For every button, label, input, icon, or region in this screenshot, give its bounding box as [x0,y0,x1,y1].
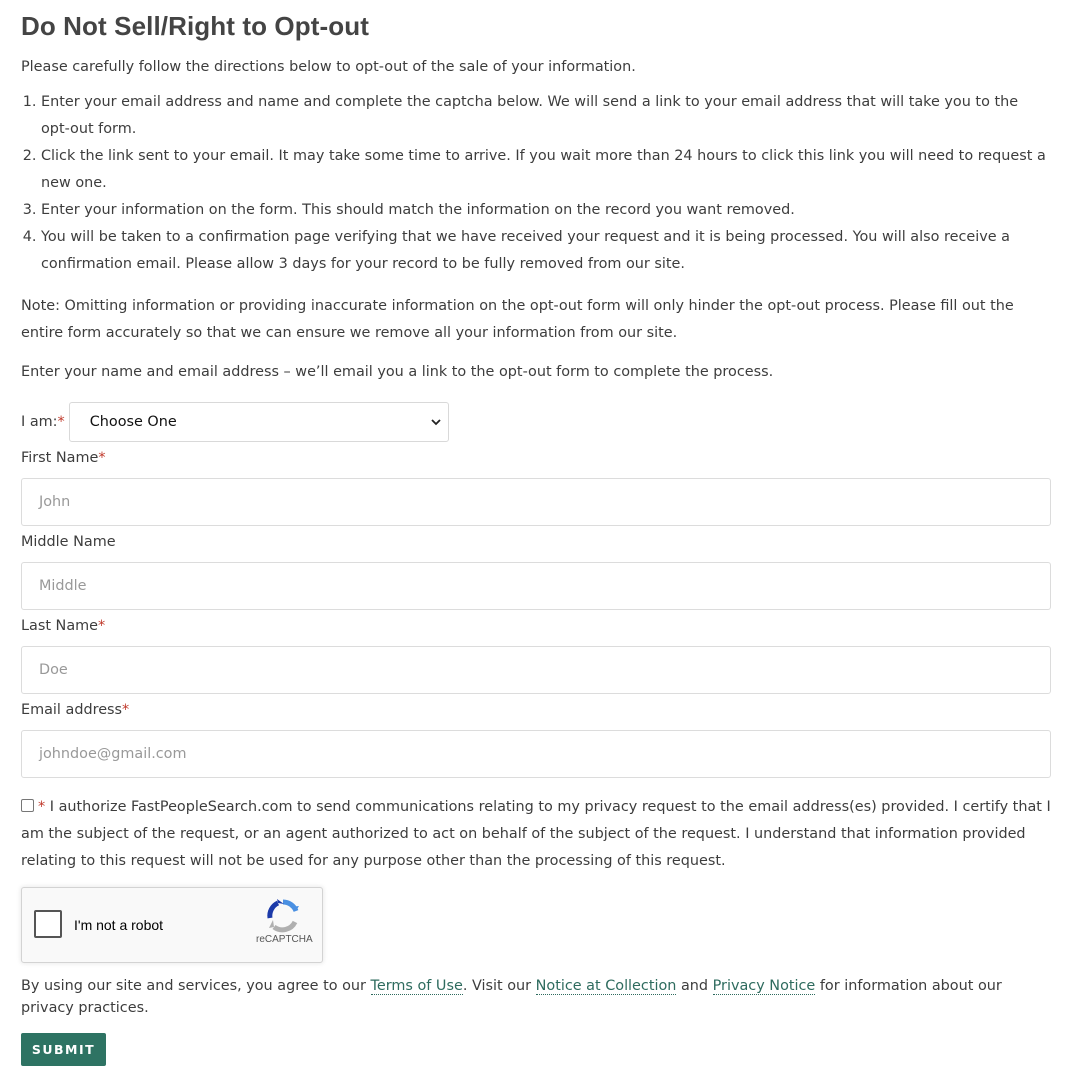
email-label: Email address* [21,702,130,718]
intro-text: Please carefully follow the directions b… [21,59,636,75]
recaptcha-brand: reCAPTCHA [256,934,313,945]
first-name-placeholder: John [39,494,71,510]
page-title: Do Not Sell/Right to Opt-out [21,11,369,41]
required-marker: * [57,414,65,430]
recaptcha-checkbox[interactable] [34,910,62,938]
opt-out-page: Do Not Sell/Right to Opt-out Please care… [21,0,1051,1066]
last-name-label: Last Name* [21,618,106,634]
steps-list: Enter your email address and name and co… [21,89,1051,278]
step-item: Enter your email address and name and co… [41,89,1051,143]
chevron-down-icon [431,419,441,426]
required-marker: * [38,799,46,815]
recaptcha-logo-icon [267,899,299,933]
required-marker: * [98,618,106,634]
required-marker: * [98,450,106,466]
privacy-notice-link[interactable]: Privacy Notice [712,978,816,995]
consent-text: I authorize FastPeopleSearch.com to send… [21,799,1051,869]
consent-block: * I authorize FastPeopleSearch.com to se… [21,794,1051,875]
notice-at-collection-link[interactable]: Notice at Collection [535,978,677,995]
recaptcha-label: I'm not a robot [74,917,164,933]
middle-name-placeholder: Middle [39,578,87,594]
last-name-placeholder: Doe [39,662,68,678]
consent-checkbox[interactable] [21,799,34,812]
iam-label: I am:* [21,414,65,430]
terms-of-use-link[interactable]: Terms of Use [370,978,463,995]
middle-name-input[interactable]: Middle [21,562,1051,610]
recaptcha-widget: I'm not a robot reCAPTCHA [21,887,323,963]
iam-select[interactable]: Choose One [68,402,449,442]
note-text: Note: Omitting information or providing … [21,298,1014,341]
legal-text: By using our site and services, you agre… [21,978,1002,1016]
first-name-label: First Name* [21,450,106,466]
instructions-text: Enter your name and email address – we’l… [21,364,774,380]
step-item: Click the link sent to your email. It ma… [41,143,1051,197]
email-input[interactable]: johndoe@gmail.com [21,730,1051,778]
required-marker: * [122,702,130,718]
first-name-input[interactable]: John [21,478,1051,526]
middle-name-label: Middle Name [21,534,116,550]
iam-select-value: Choose One [89,414,177,430]
email-placeholder: johndoe@gmail.com [39,746,187,762]
step-item: Enter your information on the form. This… [41,197,1051,224]
last-name-input[interactable]: Doe [21,646,1051,694]
step-item: You will be taken to a confirmation page… [41,224,1051,278]
submit-button[interactable]: SUBMIT [21,1033,106,1066]
iam-row: I am:* Choose One [21,402,1051,442]
